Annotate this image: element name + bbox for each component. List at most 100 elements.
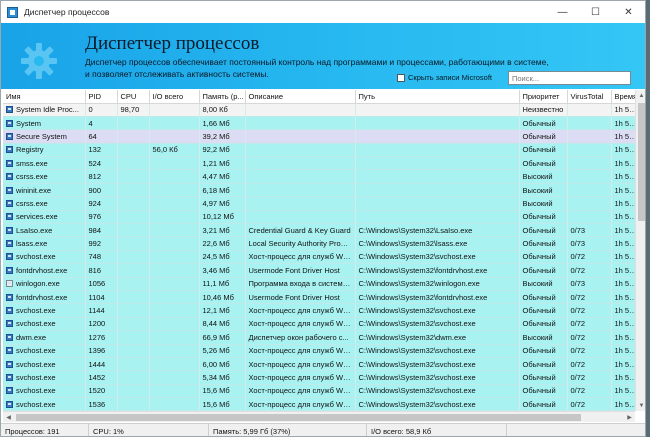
cell-path: C:\Windows\System32\svchost.exe [355, 250, 520, 265]
maximize-button[interactable]: ☐ [579, 1, 612, 23]
horizontal-scrollbar[interactable]: ◀ ▶ [3, 411, 635, 422]
process-icon [6, 266, 13, 274]
table-row[interactable]: wininit.exe 900 6,18 Мб Высокий 1h 57m [3, 183, 635, 198]
cell-path: C:\Windows\System32\svchost.exe [355, 303, 520, 318]
cell-description [245, 183, 356, 198]
process-name: lsass.exe [16, 239, 48, 249]
scroll-up-icon[interactable]: ▲ [636, 90, 645, 101]
table-row[interactable]: csrss.exe 812 4,47 Мб Высокий 1h 57m [3, 169, 635, 184]
cell-priority: Высокий [519, 330, 568, 345]
vertical-scroll-thumb[interactable] [638, 103, 645, 221]
vertical-scrollbar[interactable]: ▲ ▼ [635, 90, 645, 411]
cell-time: 1h 57m [611, 317, 635, 332]
cell-description [245, 143, 356, 158]
search-input[interactable] [508, 71, 631, 85]
table-row[interactable]: svchost.exe 1536 15,6 Мб Хост-процесс для с… [3, 397, 635, 411]
table-row[interactable]: System 4 1,66 Мб Обычный 1h 58m [3, 116, 635, 131]
cell-path: C:\Windows\System32\svchost.exe [355, 344, 520, 358]
cell-time: 1h 57m [611, 303, 635, 318]
cell-pid: 64 [85, 129, 118, 144]
cell-time: 1h 57m [611, 169, 635, 184]
scroll-down-icon[interactable]: ▼ [636, 400, 645, 411]
column-header-io[interactable]: I/O всего [149, 90, 200, 104]
cell-virustotal: 0/72 [567, 370, 612, 385]
process-name: svchost.exe [16, 319, 56, 329]
hide-microsoft-checkbox[interactable] [397, 73, 405, 82]
table-row[interactable]: csrss.exe 924 4,97 Мб Высокий 1h 57m [3, 196, 635, 211]
cell-name: lsass.exe [3, 236, 86, 251]
process-icon [6, 240, 13, 248]
process-name: svchost.exe [16, 252, 56, 262]
cell-virustotal [567, 103, 612, 117]
cell-pid: 1104 [85, 290, 118, 305]
cell-memory: 3,21 Мб [199, 223, 246, 238]
close-button[interactable]: ✕ [612, 1, 645, 23]
column-header-memory[interactable]: Память (р... [199, 90, 246, 104]
column-header-virustotal[interactable]: VirusTotal [567, 90, 612, 104]
table-row[interactable]: System Idle Proc... 0 98,70 8,00 Кб Неизвест… [3, 103, 635, 117]
process-icon [6, 374, 13, 381]
cell-cpu [117, 169, 150, 184]
table-row[interactable]: smss.exe 524 1,21 Мб Обычный 1h 58m [3, 156, 635, 171]
column-header-priority[interactable]: Приоритет [519, 90, 568, 104]
process-icon [6, 186, 13, 194]
table-row[interactable]: svchost.exe 1520 15,6 Мб Хост-процесс для с… [3, 384, 635, 399]
scroll-right-icon[interactable]: ▶ [624, 412, 635, 423]
column-header-pid[interactable]: PID [85, 90, 118, 104]
table-row[interactable]: fontdrvhost.exe 816 3,46 Мб Usermode Font D… [3, 263, 635, 278]
table-row[interactable]: svchost.exe 1452 5,34 Мб Хост-процесс для с… [3, 370, 635, 385]
cell-description: Программа входа в систему ... [245, 277, 356, 291]
cell-cpu [117, 236, 150, 251]
table-row[interactable]: services.exe 976 10,12 Мб Обычный 1h 57m [3, 210, 635, 225]
cell-description: Хост-процесс для служб Win... [245, 250, 356, 265]
cell-memory: 4,97 Мб [199, 196, 246, 211]
cell-time: 1h 57m [611, 344, 635, 358]
table-row[interactable]: svchost.exe 1444 6,00 Мб Хост-процесс для с… [3, 357, 635, 372]
cell-path [355, 196, 520, 211]
scroll-left-icon[interactable]: ◀ [3, 412, 14, 423]
cell-pid: 1200 [85, 317, 118, 332]
column-header-description[interactable]: Описание [245, 90, 356, 104]
cell-name: csrss.exe [3, 169, 86, 184]
cell-priority: Обычный [519, 357, 568, 372]
table-row[interactable]: svchost.exe 1396 5,26 Мб Хост-процесс для с… [3, 344, 635, 358]
cell-name: winlogon.exe [3, 277, 86, 291]
table-row[interactable]: LsaIso.exe 984 3,21 Мб Credential Guard & K… [3, 223, 635, 238]
column-header-time[interactable]: Время [611, 90, 635, 104]
cell-io [149, 370, 200, 385]
process-rows: System Idle Proc... 0 98,70 8,00 Кб Неизвест… [3, 103, 635, 411]
cell-description [245, 129, 356, 144]
horizontal-scroll-thumb[interactable] [16, 414, 581, 421]
status-io: I/O всего: 58,9 Кб [367, 424, 507, 436]
cell-time: 1h 57m [611, 210, 635, 225]
table-row[interactable]: winlogon.exe 1056 11,1 Мб Программа входа в… [3, 277, 635, 291]
process-name: winlogon.exe [16, 279, 60, 289]
cell-path: C:\Windows\System32\fontdrvhost.exe [355, 290, 520, 305]
process-name: System Idle Proc... [16, 105, 79, 115]
cell-virustotal: 0/72 [567, 263, 612, 278]
process-name: smss.exe [16, 158, 48, 168]
cell-priority: Обычный [519, 223, 568, 238]
table-row[interactable]: svchost.exe 1200 8,44 Мб Хост-процесс для с… [3, 317, 635, 332]
title-bar[interactable]: Диспетчер процессов — ☐ ✕ [1, 1, 645, 23]
cell-memory: 6,00 Мб [199, 357, 246, 372]
hide-microsoft-toggle[interactable]: Скрыть записи Microsoft [397, 73, 492, 82]
minimize-button[interactable]: — [546, 1, 579, 23]
cell-io [149, 317, 200, 332]
cell-name: services.exe [3, 210, 86, 225]
table-row[interactable]: Registry 132 56,0 Кб92,2 Мб Обычный 1h 58m [3, 143, 635, 158]
process-icon [6, 307, 13, 315]
cell-description: Хост-процесс для служб Win... [245, 303, 356, 318]
cell-memory: 5,34 Мб [199, 370, 246, 385]
table-row[interactable]: dwm.exe 1276 66,9 Мб Диспетчер окон рабочег… [3, 330, 635, 345]
column-header-cpu[interactable]: CPU [117, 90, 150, 104]
table-row[interactable]: svchost.exe 1144 12,1 Мб Хост-процесс для с… [3, 303, 635, 318]
table-row[interactable]: fontdrvhost.exe 1104 10,46 Мб Usermode Font… [3, 290, 635, 305]
column-header-name[interactable]: Имя [3, 90, 86, 104]
column-header-path[interactable]: Путь [355, 90, 520, 104]
cell-description: Хост-процесс для служб Win... [245, 344, 356, 358]
table-row[interactable]: Secure System 64 39,2 Мб Обычный 1h 58m [3, 129, 635, 144]
process-icon [6, 199, 13, 207]
table-row[interactable]: lsass.exe 992 22,6 Мб Local Security Author… [3, 236, 635, 251]
table-row[interactable]: svchost.exe 748 24,5 Мб Хост-процесс для сл… [3, 250, 635, 265]
